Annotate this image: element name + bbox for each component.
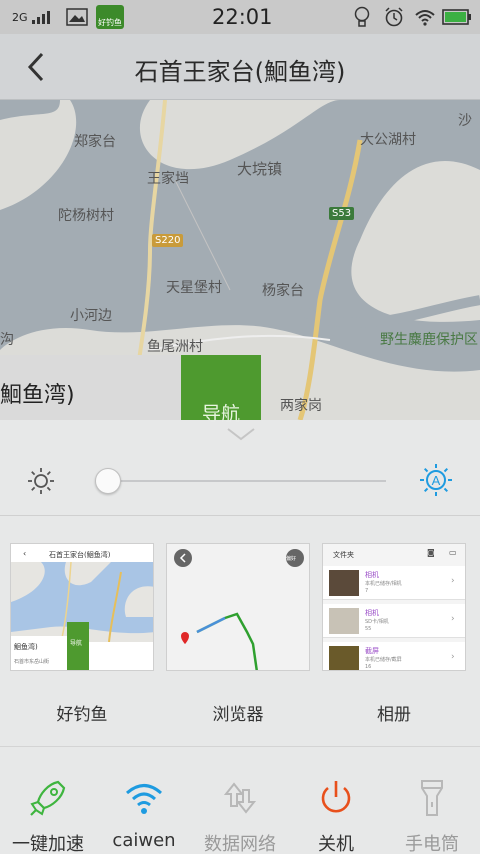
map-label: 陀杨树村 — [58, 208, 114, 224]
alarm-icon — [384, 0, 404, 34]
chevron-right-icon: › — [451, 576, 455, 586]
screen: 郑家台 王家垱 大垸镇 大公湖村 沙 陀杨树村 天星堡村 杨家台 小河边 鱼尾洲… — [0, 0, 480, 854]
toggle-mobile-data[interactable]: 数据网络 — [192, 770, 288, 854]
chevron-down-icon — [227, 428, 255, 441]
recent-app-label: 好钓鱼 — [56, 705, 108, 725]
recent-app-thumbnail-gallery[interactable]: 文件夹 ◙ ▭ 相机 本机已储存/相机 7 › 相机 SD卡/相机 55 › 截… — [322, 543, 466, 671]
album-name: 截屏 — [365, 647, 379, 655]
thumb-nav-label: 导航 — [70, 640, 83, 647]
map-label: 野生麋鹿保护区 — [380, 332, 478, 348]
recent-app-label: 浏览器 — [212, 705, 264, 725]
divider — [0, 746, 480, 747]
album-name: 相机 — [365, 609, 379, 617]
map-label: 鱼尾洲村 — [147, 339, 203, 355]
map-label: 小河边 — [70, 308, 112, 324]
image-notification-icon — [66, 0, 88, 34]
thumb-title: 文件夹 — [333, 551, 354, 559]
road-tag: S53 — [329, 207, 355, 220]
flashlight-icon — [421, 780, 443, 816]
wifi-icon — [126, 784, 162, 814]
toggle-label: 手电筒 — [405, 834, 459, 854]
thumb-album-cover — [329, 570, 359, 596]
thumb-back-icon: ‹ — [23, 549, 27, 558]
recent-app-thumbnail-haodiaoyu[interactable]: ‹ 石首王家台(鮰鱼湾) 鮰鱼湾) 石首市东岳山街 导航 — [10, 543, 154, 671]
thumb-title: 石首王家台(鮰鱼湾) — [49, 551, 111, 559]
album-name: 相机 — [365, 571, 379, 579]
thumb-album-cover — [329, 646, 359, 670]
rocket-icon — [30, 780, 66, 816]
divider — [0, 515, 480, 516]
map-label: 大公湖村 — [360, 132, 416, 148]
page-title: 石首王家台(鮰鱼湾) — [134, 58, 346, 86]
brightness-slider-track[interactable] — [96, 480, 386, 482]
auto-brightness-icon: A — [420, 464, 452, 496]
album-count: 7 — [365, 588, 369, 594]
bulb-icon — [354, 0, 370, 34]
battery-fill — [445, 12, 466, 22]
navigate-button[interactable]: 导航 — [181, 355, 261, 425]
thumb-browser-content — [174, 549, 304, 670]
toggle-wifi[interactable]: caiwen — [96, 770, 192, 854]
road-tag: S220 — [152, 234, 184, 247]
auto-brightness-letter: A — [432, 473, 441, 488]
map-label: 郑家台 — [74, 134, 116, 150]
title-bar: 石首王家台(鮰鱼湾) — [0, 34, 480, 100]
toggle-power-off[interactable]: 关机 — [288, 770, 384, 854]
map-label: 天星堡村 — [166, 280, 222, 296]
map-label: 王家垱 — [147, 171, 189, 187]
toggle-label: 一键加速 — [12, 834, 84, 854]
app-badge-text: 好钓鱼 — [96, 5, 124, 29]
wifi-status-icon — [414, 0, 436, 34]
control-panel: A ‹ 石首王家台(鮰鱼湾) 鮰鱼湾) 石首市东岳山街 导航 好钓鱼 偏好 浏览… — [0, 420, 480, 854]
chevron-right-icon: › — [451, 652, 455, 662]
album-count: 55 — [365, 626, 372, 632]
brightness-low-icon — [28, 468, 54, 494]
brightness-row: A — [0, 458, 480, 504]
recent-app-label: 相册 — [377, 705, 411, 725]
power-icon — [321, 781, 351, 813]
thumb-folder-icon: ▭ — [449, 548, 457, 557]
map-label: 沙 — [458, 113, 472, 129]
thumb-album-row: 相机 本机已储存/相机 7 › — [323, 566, 465, 600]
album-path: 本机已储存/截屏 — [365, 657, 402, 663]
status-bar: 2G 好钓鱼 22:01 — [0, 0, 480, 34]
brightness-slider-thumb[interactable] — [94, 468, 121, 494]
album-path: 本机已储存/相机 — [365, 581, 402, 587]
map-label: 杨家台 — [262, 283, 304, 299]
map-label: 沟 — [0, 332, 14, 348]
data-arrows-icon — [223, 782, 257, 814]
auto-brightness-toggle[interactable]: A — [418, 462, 454, 498]
map-label: 两家岗 — [280, 398, 322, 414]
thumb-album-cover — [329, 608, 359, 634]
toggle-label: 关机 — [318, 834, 354, 854]
toggle-speed-boost[interactable]: 一键加速 — [0, 770, 96, 854]
thumb-badge: 偏好 — [286, 556, 297, 562]
toggle-label: 数据网络 — [204, 834, 276, 854]
thumb-poi-name: 鮰鱼湾) — [14, 643, 38, 651]
thumb-nav-button: 导航 — [67, 622, 89, 670]
collapse-handle[interactable] — [226, 426, 256, 442]
recent-app-thumbnail-browser[interactable]: 偏好 — [166, 543, 310, 671]
app-notification-icon: 好钓鱼 — [96, 0, 124, 34]
album-path: SD卡/相机 — [365, 619, 389, 625]
network-type: 2G — [12, 10, 28, 24]
thumb-album-row: 截屏 本机已储存/截屏 16 › — [323, 642, 465, 670]
clock: 22:01 — [212, 5, 273, 29]
map-label: 大垸镇 — [237, 160, 283, 178]
toggle-label: caiwen — [112, 830, 176, 851]
chevron-right-icon: › — [451, 614, 455, 624]
poi-name: 鮰鱼湾) — [0, 355, 182, 420]
battery-icon — [442, 0, 472, 34]
thumb-album-row: 相机 SD卡/相机 55 › — [323, 604, 465, 638]
signal-icon — [32, 0, 56, 34]
toggle-flashlight[interactable]: 手电筒 — [384, 770, 480, 854]
thumb-address: 石首市东岳山街 — [14, 659, 50, 665]
album-count: 16 — [365, 664, 372, 670]
thumb-camera-icon: ◙ — [427, 548, 435, 557]
